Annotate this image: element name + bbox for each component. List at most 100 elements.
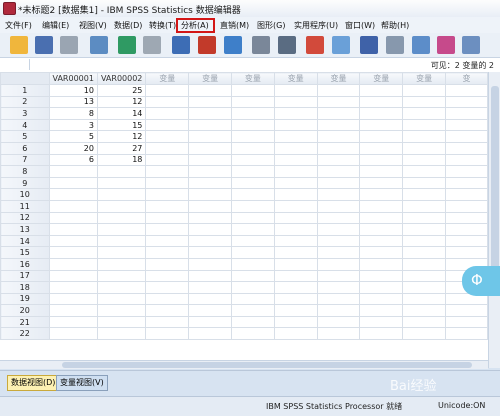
cell-var00002[interactable]: 12 <box>96 130 147 143</box>
cell-empty[interactable] <box>316 315 361 329</box>
cell-empty[interactable] <box>359 211 404 225</box>
cell-empty[interactable] <box>188 84 232 97</box>
cell-empty[interactable] <box>145 107 190 120</box>
cell-var00002[interactable] <box>96 257 147 271</box>
row-number[interactable]: 15 <box>0 246 50 259</box>
cell-reference-field[interactable] <box>3 59 30 70</box>
table-row[interactable]: 11 <box>0 199 488 213</box>
cell-var00001[interactable] <box>48 315 98 329</box>
cell-empty[interactable] <box>231 269 275 283</box>
cell-empty[interactable] <box>273 176 318 190</box>
cell-empty[interactable] <box>145 84 190 97</box>
cell-empty[interactable] <box>316 199 361 213</box>
cell-empty[interactable] <box>359 188 404 201</box>
cell-empty[interactable] <box>444 176 488 190</box>
cell-empty[interactable] <box>231 141 275 155</box>
split-file-icon[interactable] <box>332 36 350 54</box>
open-icon[interactable] <box>10 36 28 54</box>
table-row[interactable]: 16 <box>0 257 488 271</box>
cell-empty[interactable] <box>188 269 232 283</box>
cell-empty[interactable] <box>145 223 190 236</box>
cell-var00001[interactable]: 13 <box>48 95 98 109</box>
cell-empty[interactable] <box>145 141 190 155</box>
cell-var00002[interactable] <box>96 234 147 248</box>
cell-empty[interactable] <box>402 141 446 155</box>
dialog-recall-icon[interactable] <box>90 36 108 54</box>
cell-var00001[interactable] <box>48 304 98 317</box>
cell-empty[interactable] <box>188 223 232 236</box>
cell-empty[interactable] <box>316 234 361 248</box>
cell-empty[interactable] <box>273 199 318 213</box>
row-number[interactable]: 9 <box>0 176 50 190</box>
cell-empty[interactable] <box>402 292 446 306</box>
cell-empty[interactable] <box>402 223 446 236</box>
table-row[interactable]: 1 10 25 <box>0 84 488 97</box>
cell-empty[interactable] <box>402 315 446 329</box>
cell-empty[interactable] <box>273 281 318 294</box>
cell-empty[interactable] <box>273 95 318 109</box>
cell-empty[interactable] <box>145 234 190 248</box>
cell-var00002[interactable]: 12 <box>96 95 147 109</box>
insert-variable-icon[interactable] <box>306 36 324 54</box>
cell-var00002[interactable] <box>96 304 147 317</box>
cell-empty[interactable] <box>316 281 361 294</box>
cell-empty[interactable] <box>188 234 232 248</box>
cell-empty[interactable] <box>444 327 488 341</box>
table-row[interactable]: 6 20 27 <box>0 141 488 155</box>
cell-empty[interactable] <box>402 257 446 271</box>
cell-empty[interactable] <box>231 281 275 294</box>
cell-var00001[interactable] <box>48 269 98 283</box>
cell-empty[interactable] <box>273 141 318 155</box>
cell-empty[interactable] <box>316 95 361 109</box>
cell-empty[interactable] <box>273 153 318 167</box>
table-row[interactable]: 12 <box>0 211 488 225</box>
menu-file[interactable]: 文件(F) <box>5 20 32 31</box>
cell-empty[interactable] <box>231 130 275 143</box>
cell-empty[interactable] <box>359 304 404 317</box>
menu-graphs[interactable]: 图形(G) <box>257 20 285 31</box>
cell-var00002[interactable]: 18 <box>96 153 147 167</box>
cell-empty[interactable] <box>188 199 232 213</box>
goto-case-icon[interactable] <box>172 36 190 54</box>
variables-icon[interactable] <box>224 36 242 54</box>
cell-empty[interactable] <box>359 141 404 155</box>
row-number[interactable]: 17 <box>0 269 50 283</box>
row-number[interactable]: 22 <box>0 327 50 341</box>
cell-empty[interactable] <box>273 304 318 317</box>
cell-empty[interactable] <box>188 304 232 317</box>
cell-empty[interactable] <box>188 211 232 225</box>
cell-empty[interactable] <box>402 165 446 178</box>
cell-var00001[interactable] <box>48 176 98 190</box>
cell-empty[interactable] <box>444 141 488 155</box>
row-number[interactable]: 2 <box>0 95 50 109</box>
cell-empty[interactable] <box>188 281 232 294</box>
column-header-empty[interactable]: 变量 <box>188 72 232 85</box>
column-header-empty[interactable]: 变量 <box>402 72 446 85</box>
select-cases-icon[interactable] <box>386 36 404 54</box>
cell-empty[interactable] <box>145 304 190 317</box>
cell-empty[interactable] <box>188 327 232 341</box>
cell-empty[interactable] <box>231 118 275 132</box>
cell-var00001[interactable]: 10 <box>48 84 98 97</box>
cell-empty[interactable] <box>188 165 232 178</box>
cell-empty[interactable] <box>273 118 318 132</box>
cell-empty[interactable] <box>402 199 446 213</box>
cell-var00002[interactable] <box>96 211 147 225</box>
cell-var00001[interactable] <box>48 292 98 306</box>
cell-empty[interactable] <box>145 199 190 213</box>
cell-empty[interactable] <box>444 118 488 132</box>
cell-empty[interactable] <box>444 199 488 213</box>
cell-empty[interactable] <box>402 234 446 248</box>
cell-empty[interactable] <box>359 315 404 329</box>
cell-empty[interactable] <box>359 281 404 294</box>
cell-var00002[interactable] <box>96 188 147 201</box>
cell-empty[interactable] <box>273 223 318 236</box>
cell-empty[interactable] <box>145 188 190 201</box>
cell-var00001[interactable] <box>48 211 98 225</box>
cell-empty[interactable] <box>316 327 361 341</box>
cell-var00001[interactable] <box>48 246 98 259</box>
cell-empty[interactable] <box>402 176 446 190</box>
cell-empty[interactable] <box>231 327 275 341</box>
cell-var00002[interactable] <box>96 327 147 341</box>
table-row[interactable]: 20 <box>0 304 488 317</box>
